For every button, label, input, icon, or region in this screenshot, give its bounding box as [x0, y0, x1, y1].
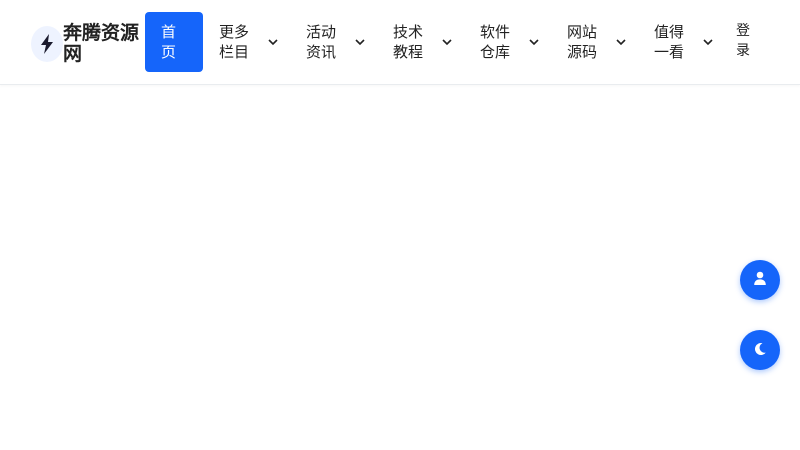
- user-icon: [752, 270, 768, 290]
- site-header: 奔腾资源网 首页 更多栏目 活动资讯 技术教程 软件仓库 网站源码 值得一看 登…: [0, 0, 800, 85]
- site-title: 奔腾资源网: [63, 22, 140, 65]
- theme-toggle-button[interactable]: [740, 330, 780, 370]
- nav-label: 软件仓库: [480, 23, 511, 61]
- nav-home[interactable]: 首页: [145, 12, 203, 72]
- nav-worth-seeing[interactable]: 值得一看: [654, 12, 714, 72]
- nav-label: 网站源码: [567, 23, 598, 61]
- nav-label: 技术教程: [393, 23, 424, 61]
- lightning-bolt-icon: [31, 26, 63, 62]
- chevron-down-icon: [441, 36, 453, 48]
- nav-software[interactable]: 软件仓库: [480, 12, 540, 72]
- nav-activities[interactable]: 活动资讯: [306, 12, 366, 72]
- moon-icon: [753, 341, 767, 360]
- nav-tutorials[interactable]: 技术教程: [393, 12, 453, 72]
- nav-source-code[interactable]: 网站源码: [567, 12, 627, 72]
- site-logo[interactable]: 奔腾资源网: [31, 23, 145, 65]
- nav-more-columns[interactable]: 更多栏目: [219, 12, 279, 72]
- nav-label: 值得一看: [654, 23, 685, 61]
- nav-label: 更多栏目: [219, 23, 250, 61]
- nav-label: 活动资讯: [306, 23, 337, 61]
- user-button[interactable]: [740, 260, 780, 300]
- page: 奔腾资源网 首页 更多栏目 活动资讯 技术教程 软件仓库 网站源码 值得一看 登…: [0, 0, 800, 450]
- chevron-down-icon: [267, 36, 279, 48]
- chevron-down-icon: [702, 36, 714, 48]
- chevron-down-icon: [615, 36, 627, 48]
- nav-home-label: 首页: [161, 23, 177, 61]
- chevron-down-icon: [528, 36, 540, 48]
- chevron-down-icon: [354, 36, 366, 48]
- login-link[interactable]: 登录: [736, 21, 752, 61]
